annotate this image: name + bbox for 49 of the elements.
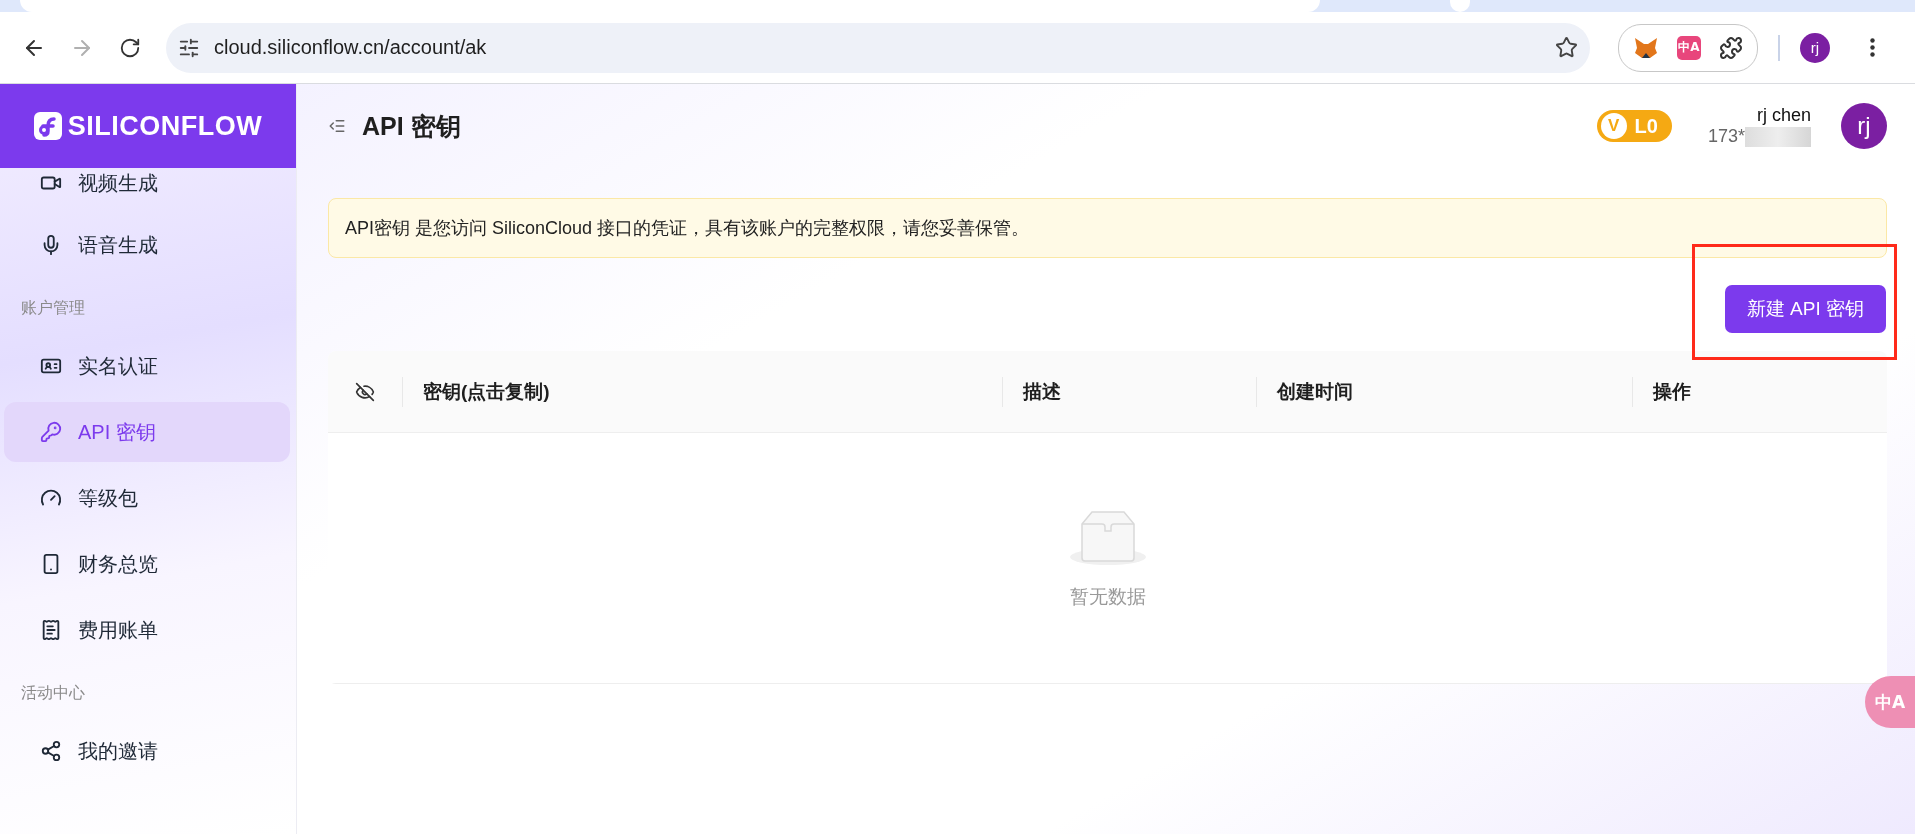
puzzle-icon[interactable] <box>1719 35 1743 60</box>
phone-number: 173* <box>1707 126 1745 147</box>
level-label: L0 <box>1634 114 1658 138</box>
logo-text: SILICONFLOW <box>67 110 263 142</box>
sidebar-item-label: 等级包 <box>78 485 138 511</box>
receipt-icon <box>40 619 62 641</box>
redaction-blur <box>1745 126 1811 147</box>
section-label: 账户管理 <box>20 298 86 318</box>
column-header: 密钥(点击复制) <box>402 376 1002 407</box>
column-header: 描述 <box>1002 376 1256 407</box>
sidebar-item-label: 费用账单 <box>78 617 158 643</box>
empty-text: 暂无数据 <box>1069 585 1146 609</box>
menu-icon <box>1869 38 1875 57</box>
sidebar-item[interactable]: 视频生成 <box>4 168 290 198</box>
sidebar-item[interactable]: 财务总览 <box>4 534 290 594</box>
sidebar-item-label: 视频生成 <box>78 170 158 196</box>
sidebar-item[interactable]: API 密钥 <box>4 402 290 462</box>
sidebar-item[interactable]: 实名认证 <box>4 336 290 396</box>
site-info-icon[interactable] <box>178 36 200 59</box>
sidebar-item-label: API 密钥 <box>78 419 156 445</box>
sidebar-item-label: 实名认证 <box>78 353 158 379</box>
share-icon <box>40 740 62 762</box>
sidebar-item[interactable]: 等级包 <box>4 468 290 528</box>
reload-icon <box>119 36 141 59</box>
logo-icon <box>33 112 62 140</box>
sidebar-item-label: 我的邀请 <box>78 738 158 764</box>
collapse-sidebar-icon[interactable] <box>328 117 346 135</box>
sidebar-item-label: 财务总览 <box>78 551 158 577</box>
translate-extension-icon[interactable]: 中A <box>1677 35 1701 60</box>
user-name: rj chen <box>1756 105 1811 126</box>
badge-mark: V <box>1600 113 1627 139</box>
key-icon <box>40 421 62 443</box>
profile-avatar[interactable]: rj <box>1800 32 1830 63</box>
user-avatar[interactable]: rj <box>1841 103 1887 149</box>
star-icon[interactable] <box>1555 36 1578 59</box>
section-label: 活动中心 <box>20 683 86 703</box>
sidebar-item-label: 语音生成 <box>78 232 158 258</box>
column-header: 操作 <box>1632 376 1887 407</box>
sidebar-item[interactable]: 我的邀请 <box>4 721 290 781</box>
info-alert: API密钥 是您访问 SiliconCloud 接口的凭证，具有该账户的完整权限，请您妥善保管。 <box>328 198 1887 258</box>
url-text: cloud.siliconflow.cn/account/ak <box>214 36 488 59</box>
column-header: 创建时间 <box>1256 376 1632 407</box>
sidebar-item[interactable]: 费用账单 <box>4 600 290 660</box>
sidebar-item[interactable]: 语音生成 <box>4 215 290 275</box>
hide-icon[interactable] <box>355 381 375 402</box>
address-bar[interactable]: cloud.siliconflow.cn/account/ak <box>166 22 1590 73</box>
fox-icon[interactable] <box>1633 35 1659 60</box>
create-key-button[interactable]: 新建 API 密钥 <box>1724 285 1886 333</box>
page-title: API 密钥 <box>362 110 461 142</box>
